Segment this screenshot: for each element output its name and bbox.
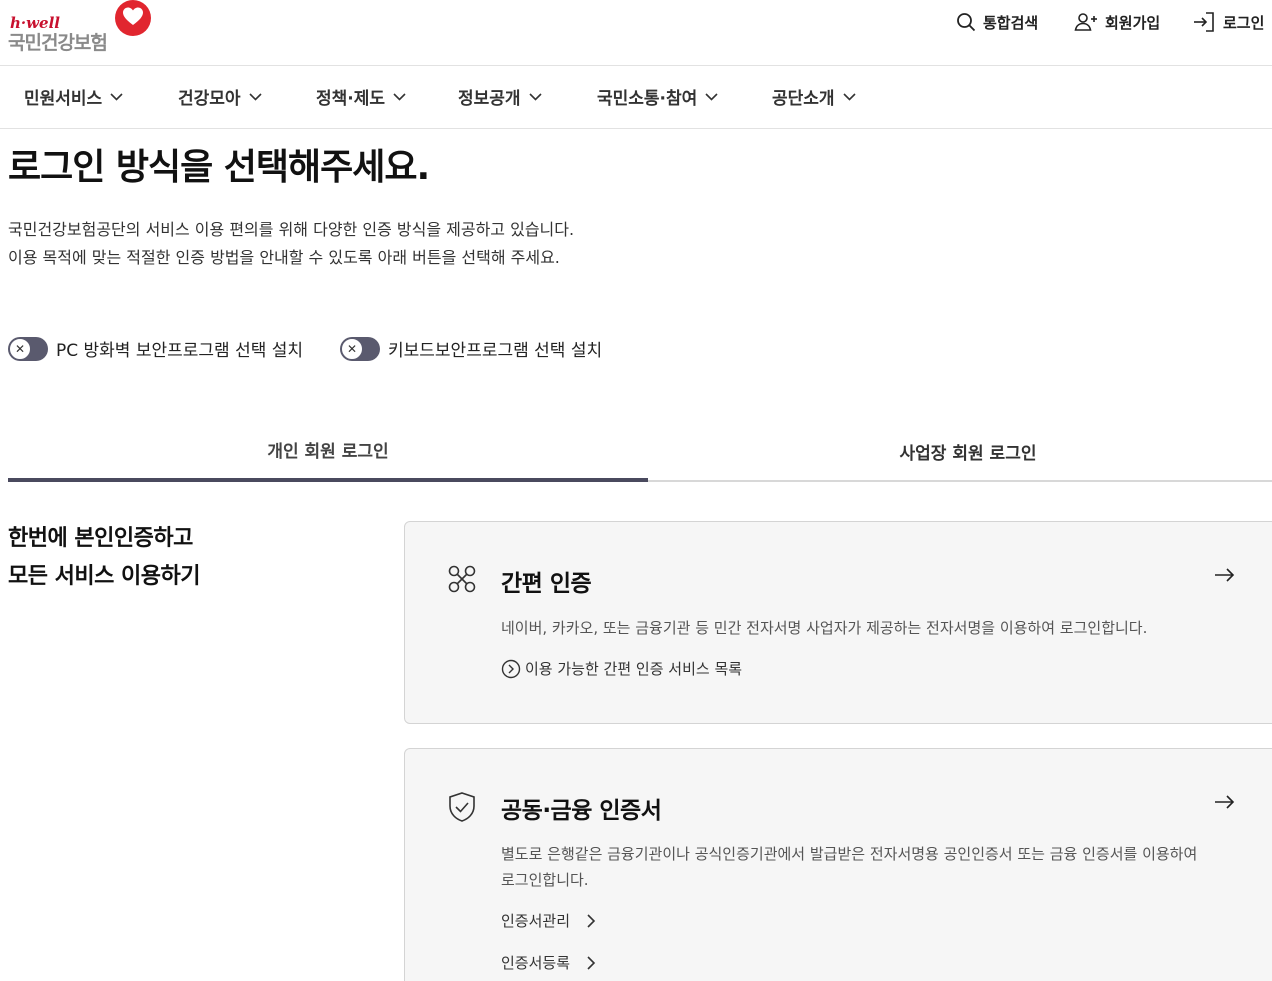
link-label: 인증서등록 (501, 954, 571, 972)
description-line: 국민건강보험공단의 서비스 이용 편의를 위해 다양한 인증 방식을 제공하고 … (8, 220, 575, 239)
card-description: 네이버, 카카오, 또는 금융기관 등 민간 전자서명 사업자가 제공하는 전자… (501, 619, 1148, 637)
search-label: 통합검색 (983, 13, 1039, 32)
page-description: 국민건강보험공단의 서비스 이용 편의를 위해 다양한 인증 방식을 제공하고 … (8, 216, 574, 272)
chevron-down-icon (705, 92, 718, 101)
link-label: 인증서관리 (501, 912, 571, 930)
simple-auth-card[interactable]: 간편 인증 네이버, 카카오, 또는 금융기관 등 민간 전자서명 사업자가 제… (404, 521, 1272, 724)
nhis-logo[interactable]: h·well 국민건강보험 (8, 0, 158, 60)
side-heading: 한번에 본인인증하고 모든 서비스 이용하기 (8, 520, 200, 596)
side-heading-line: 모든 서비스 이용하기 (8, 564, 200, 589)
nav-label: 국민소통·참여 (597, 89, 698, 109)
keyboard-security-toggle[interactable]: ✕ (340, 336, 380, 361)
simple-auth-icon (448, 565, 476, 593)
search-icon (957, 13, 976, 32)
chevron-down-icon (248, 92, 262, 101)
chevron-right-icon (587, 913, 596, 928)
keyboard-toggle-row: ✕ 키보드보안프로그램 선택 설치 (340, 336, 602, 361)
certificate-manage-link[interactable]: 인증서관리 (501, 910, 600, 931)
chevron-right-icon (587, 955, 596, 970)
description-line: 이용 목적에 맞는 적절한 인증 방법을 안내할 수 있도록 아래 버튼을 선택… (8, 248, 560, 267)
chevron-down-icon (110, 92, 123, 101)
simple-auth-list-link[interactable]: 이용 가능한 간편 인증 서비스 목록 (501, 658, 742, 679)
nav-label: 정보공개 (458, 89, 521, 109)
certificate-register-link[interactable]: 인증서등록 (501, 952, 600, 973)
login-icon (1194, 12, 1214, 32)
arrow-right-icon (1215, 568, 1235, 582)
side-heading-line: 한번에 본인인증하고 (8, 526, 193, 551)
logo-name: 국민건강보험 (8, 32, 108, 54)
nav-label: 정책·제도 (316, 89, 386, 109)
firewall-toggle-label: PC 방화벽 보안프로그램 선택 설치 (56, 341, 304, 361)
chevron-circle-right-icon (501, 659, 521, 678)
site-header: h·well 국민건강보험 통합검색 회원가입 로그인 (0, 0, 1272, 66)
chevron-down-icon (842, 92, 856, 101)
card-title: 간편 인증 (501, 571, 592, 597)
toggle-off-icon: ✕ (341, 337, 363, 360)
nav-label: 건강모아 (178, 89, 241, 109)
nav-about[interactable]: 공단소개 (772, 84, 856, 109)
nav-label: 민원서비스 (24, 89, 103, 109)
heart-logo-icon (115, 0, 151, 36)
toggle-off-icon: ✕ (9, 337, 31, 360)
keyboard-toggle-label: 키보드보안프로그램 선택 설치 (388, 341, 603, 361)
nav-disclosure[interactable]: 정보공개 (458, 84, 542, 109)
chevron-down-icon (528, 92, 542, 101)
integrated-search-button[interactable]: 통합검색 (956, 10, 1038, 34)
nav-health-moa[interactable]: 건강모아 (178, 84, 262, 109)
chevron-down-icon (393, 92, 406, 101)
card-description: 별도로 은행같은 금융기관이나 공식인증기관에서 발급받은 전자서명용 공인인증… (501, 845, 1198, 889)
arrow-right-icon (1215, 795, 1235, 809)
login-label: 로그인 (1223, 13, 1265, 32)
user-add-icon (1074, 13, 1097, 31)
link-label: 이용 가능한 간편 인증 서비스 목록 (525, 660, 743, 678)
tab-business-login[interactable]: 사업장 회원 로그인 (648, 420, 1272, 482)
firewall-toggle[interactable]: ✕ (8, 336, 48, 361)
signup-label: 회원가입 (1105, 13, 1161, 32)
shield-check-icon (449, 792, 475, 822)
firewall-toggle-row: ✕ PC 방화벽 보안프로그램 선택 설치 (8, 336, 303, 361)
main-navigation: 민원서비스 건강모아 정책·제도 정보공개 국민소통·참여 공단소개 (0, 66, 1272, 129)
login-type-tabs: 개인 회원 로그인 사업장 회원 로그인 (8, 420, 1272, 482)
tab-personal-login[interactable]: 개인 회원 로그인 (8, 420, 648, 482)
certificate-card[interactable]: 공동·금융 인증서 별도로 은행같은 금융기관이나 공식인증기관에서 발급받은 … (404, 748, 1272, 981)
login-button[interactable]: 로그인 (1192, 10, 1264, 34)
nav-civil-service[interactable]: 민원서비스 (24, 84, 123, 109)
nav-label: 공단소개 (772, 89, 835, 109)
page-title: 로그인 방식을 선택해주세요. (8, 147, 430, 188)
nav-participation[interactable]: 국민소통·참여 (597, 84, 718, 109)
signup-button[interactable]: 회원가입 (1074, 10, 1160, 34)
card-title: 공동·금융 인증서 (501, 798, 662, 824)
nav-policy[interactable]: 정책·제도 (316, 84, 406, 109)
